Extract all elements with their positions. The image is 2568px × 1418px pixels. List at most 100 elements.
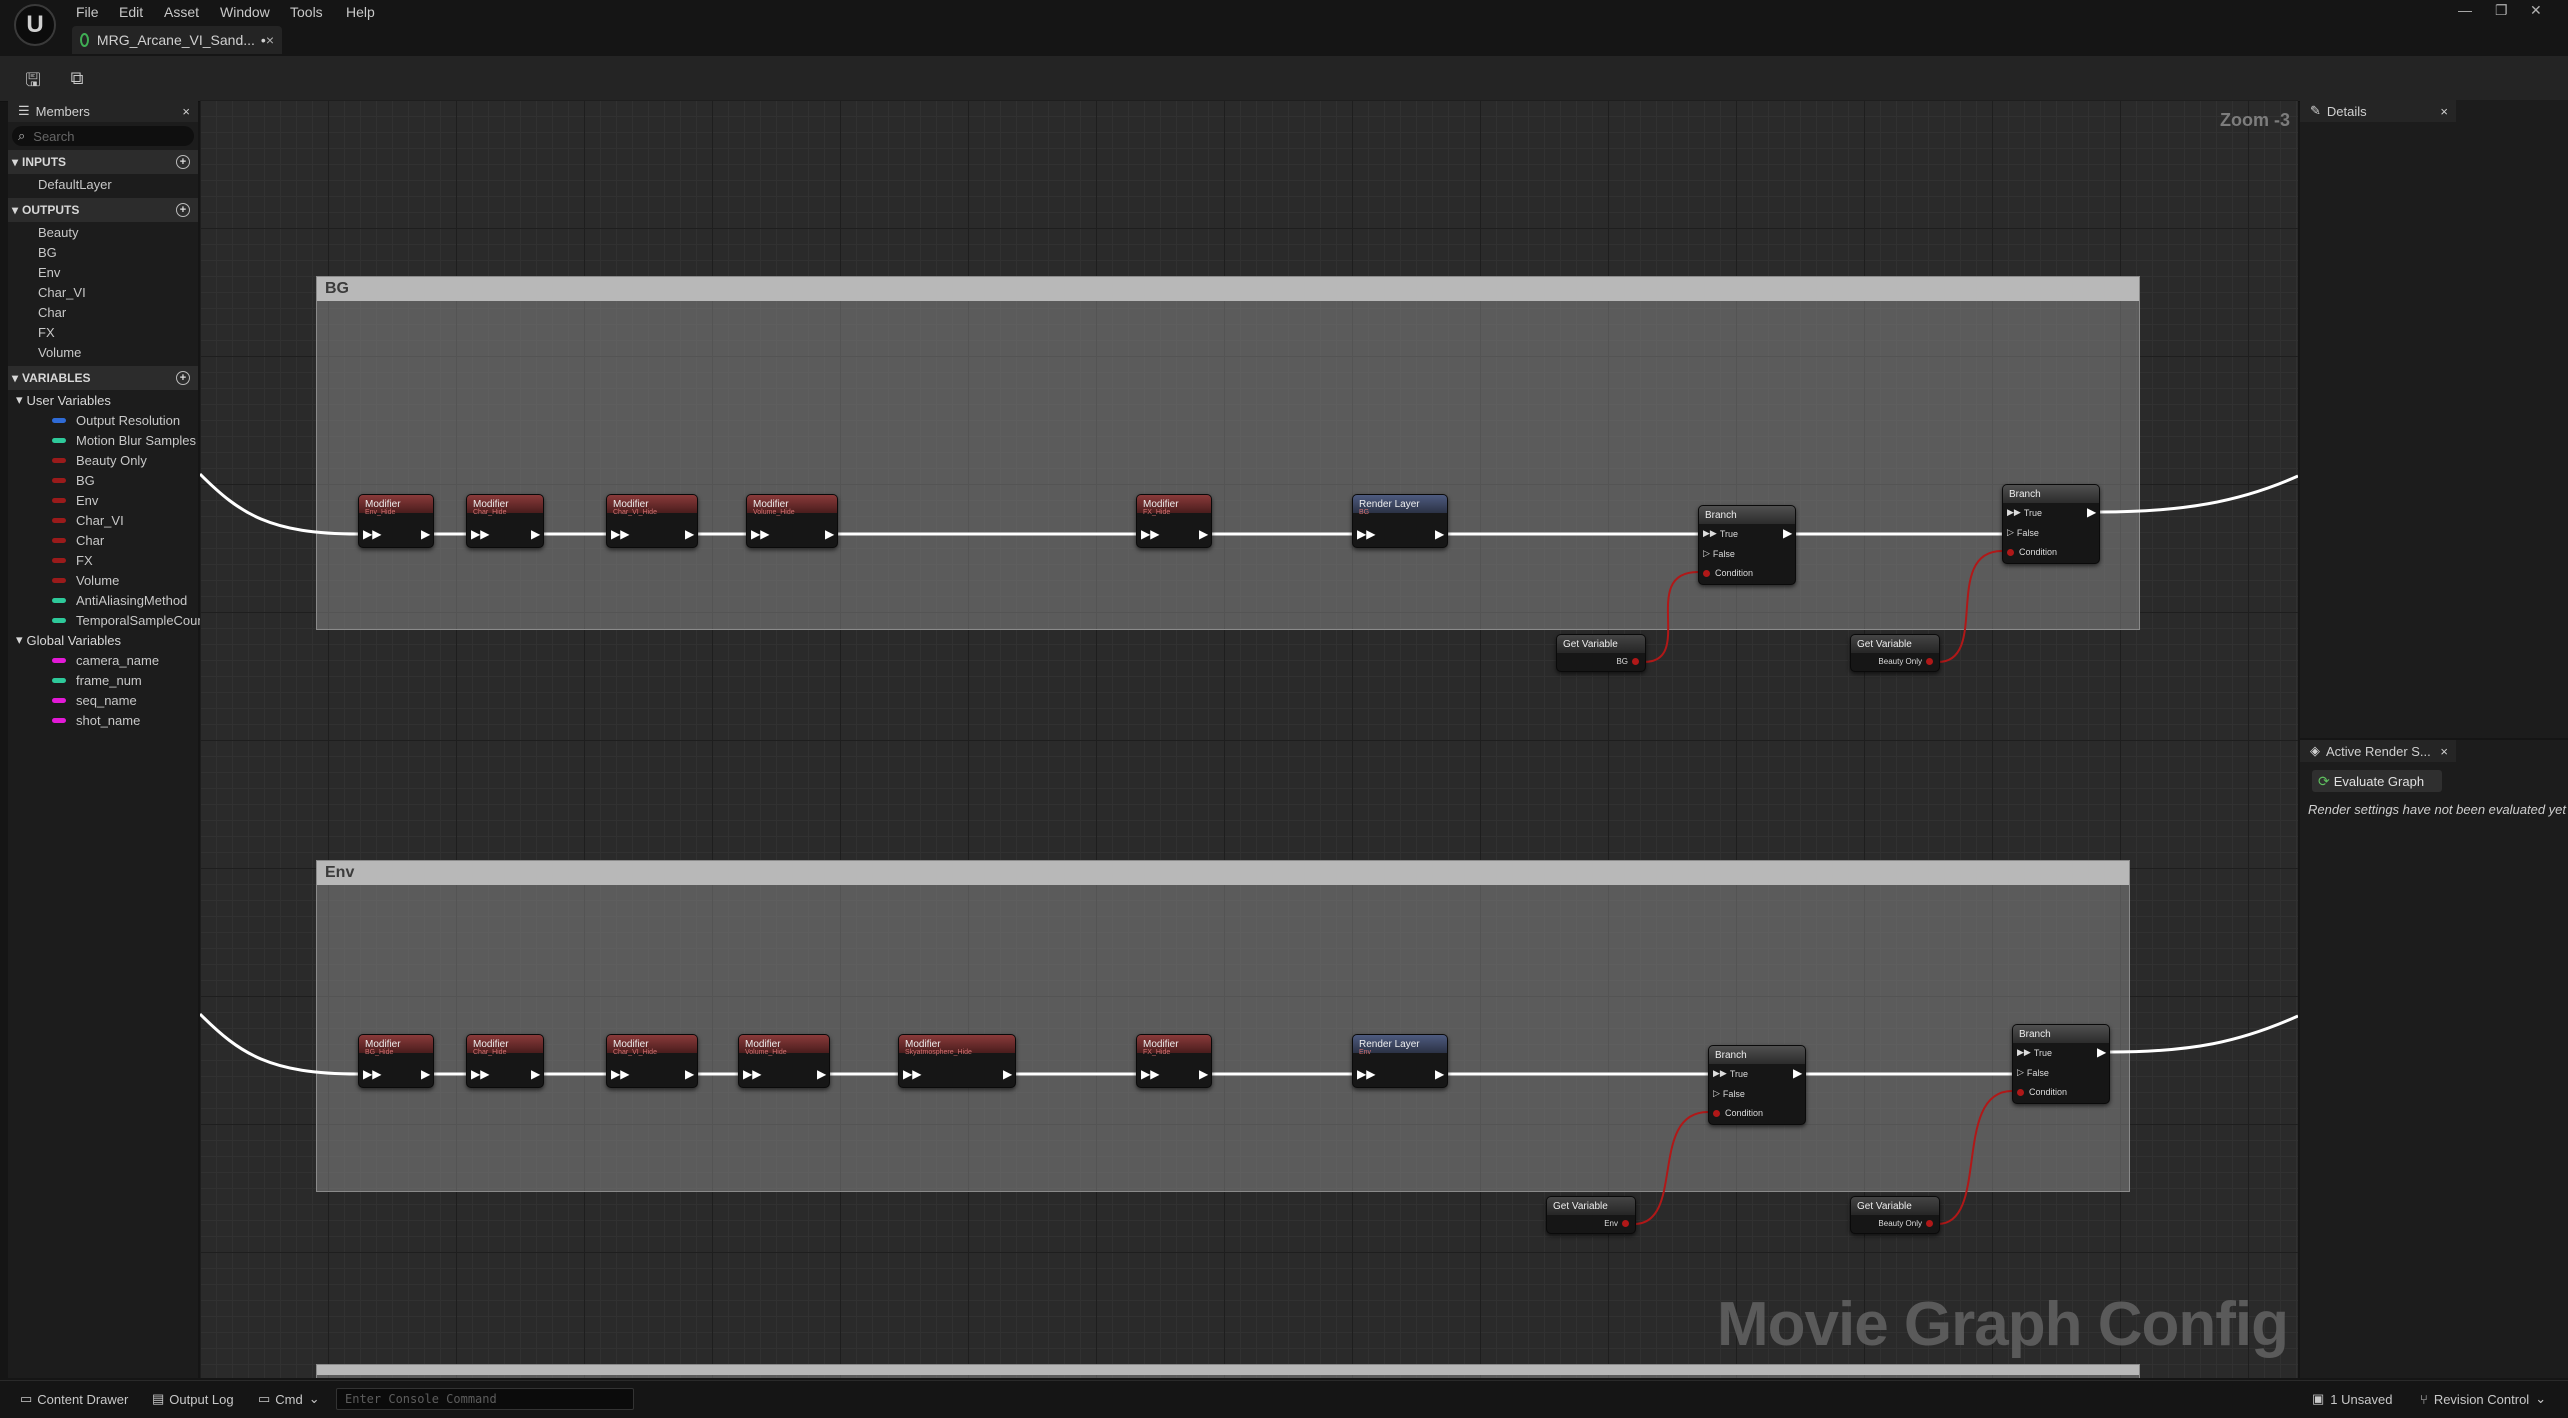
output-item-volume[interactable]: Volume <box>8 342 198 362</box>
render-layer-node[interactable]: Render Layer Env ▶▶ ▶ <box>1352 1034 1448 1088</box>
modifier-node[interactable]: Modifier FX_Hide ▶▶ ▶ <box>1136 1034 1212 1088</box>
condition-pin[interactable]: Condition <box>1713 1108 1763 1118</box>
inputs-section-header[interactable]: ▾ INPUTS + <box>8 150 198 174</box>
exec-output-pin[interactable]: ▶ <box>2087 505 2096 519</box>
exec-output-pin[interactable]: ▶ <box>1199 1067 1208 1081</box>
exec-input-pin[interactable]: ▶▶ <box>1357 1067 1375 1081</box>
variables-section-header[interactable]: ▾ VARIABLES + <box>8 366 198 390</box>
branch-node[interactable]: Branch ▶▶ True ▷ False Condition ▶ <box>1708 1045 1806 1125</box>
exec-input-pin[interactable]: ▶▶ <box>611 527 629 541</box>
user-variable-item[interactable]: Beauty Only <box>8 450 198 470</box>
false-pin[interactable]: ▷ False <box>1713 1088 1745 1099</box>
tab-close-icon[interactable]: × <box>266 32 274 48</box>
modifier-node[interactable]: Modifier Char_Hide ▶▶ ▶ <box>466 494 544 548</box>
unreal-logo-icon[interactable]: U <box>14 4 56 46</box>
global-variable-item[interactable]: frame_num <box>8 670 198 690</box>
global-variables-header[interactable]: ▾ Global Variables <box>8 630 198 650</box>
details-tab[interactable]: ✎ Details × <box>2300 100 2456 122</box>
menu-asset[interactable]: Asset <box>164 4 199 20</box>
exec-output-pin[interactable]: ▶ <box>1199 527 1208 541</box>
get-variable-node[interactable]: Get Variable Beauty Only <box>1850 634 1940 672</box>
save-icon[interactable]: 🖫 <box>22 68 44 90</box>
user-variable-item[interactable]: Char <box>8 530 198 550</box>
cmd-dropdown[interactable]: ▭ Cmd ⌄ <box>258 1391 320 1407</box>
true-pin[interactable]: ▶▶ True <box>1713 1068 1748 1079</box>
console-command-input[interactable]: Enter Console Command <box>336 1388 634 1410</box>
variable-output[interactable]: Beauty Only <box>1878 1219 1933 1228</box>
exec-output-pin[interactable]: ▶ <box>1783 526 1792 540</box>
true-pin[interactable]: ▶▶ True <box>1703 528 1738 539</box>
active-render-tab[interactable]: ◈ Active Render S... × <box>2300 740 2456 762</box>
output-item-char-vi[interactable]: Char_VI <box>8 282 198 302</box>
unsaved-button[interactable]: ▣ 1 Unsaved <box>2312 1391 2392 1407</box>
input-item[interactable]: DefaultLayer <box>8 174 198 194</box>
exec-output-pin[interactable]: ▶ <box>421 1067 430 1081</box>
output-item-beauty[interactable]: Beauty <box>8 222 198 242</box>
exec-output-pin[interactable]: ▶ <box>1793 1066 1802 1080</box>
branch-node[interactable]: Branch ▶▶ True ▷ False Condition ▶ <box>2002 484 2100 564</box>
exec-output-pin[interactable]: ▶ <box>1003 1067 1012 1081</box>
menu-help[interactable]: Help <box>346 4 375 20</box>
user-variables-header[interactable]: ▾ User Variables <box>8 390 198 410</box>
exec-input-pin[interactable]: ▶▶ <box>1141 1067 1159 1081</box>
get-variable-node[interactable]: Get Variable BG <box>1556 634 1646 672</box>
output-item-env[interactable]: Env <box>8 262 198 282</box>
exec-output-pin[interactable]: ▶ <box>2097 1045 2106 1059</box>
false-pin[interactable]: ▷ False <box>2017 1067 2049 1078</box>
exec-output-pin[interactable]: ▶ <box>1435 527 1444 541</box>
add-variable-icon[interactable]: + <box>176 371 190 385</box>
get-variable-node[interactable]: Get Variable Beauty Only <box>1850 1196 1940 1234</box>
true-pin[interactable]: ▶▶ True <box>2017 1047 2052 1058</box>
exec-input-pin[interactable]: ▶▶ <box>1357 527 1375 541</box>
menu-tools[interactable]: Tools <box>290 4 323 20</box>
output-item-fx[interactable]: FX <box>8 322 198 342</box>
false-pin[interactable]: ▷ False <box>2007 527 2039 538</box>
exec-output-pin[interactable]: ▶ <box>1435 1067 1444 1081</box>
global-variable-item[interactable]: shot_name <box>8 710 198 730</box>
condition-pin[interactable]: Condition <box>2007 547 2057 557</box>
modifier-node[interactable]: Modifier Char_Hide ▶▶ ▶ <box>466 1034 544 1088</box>
restore-icon[interactable]: ❐ <box>2495 2 2508 19</box>
exec-output-pin[interactable]: ▶ <box>817 1067 826 1081</box>
exec-input-pin[interactable]: ▶▶ <box>471 527 489 541</box>
add-output-icon[interactable]: + <box>176 203 190 217</box>
exec-output-pin[interactable]: ▶ <box>421 527 430 541</box>
graph-canvas[interactable]: Zoom -3 BG Env Modifier Env_Hide ▶▶ ▶ Modifi… <box>200 100 2298 1378</box>
global-variable-item[interactable]: camera_name <box>8 650 198 670</box>
modifier-node[interactable]: Modifier FX_Hide ▶▶ ▶ <box>1136 494 1212 548</box>
comment-title[interactable]: Env <box>317 861 2129 885</box>
modifier-node[interactable]: Modifier Char_VI_Hide ▶▶ ▶ <box>606 494 698 548</box>
exec-output-pin[interactable]: ▶ <box>825 527 834 541</box>
modifier-node[interactable]: Modifier Char_VI_Hide ▶▶ ▶ <box>606 1034 698 1088</box>
comment-box-env[interactable]: Env <box>316 860 2130 1192</box>
exec-input-pin[interactable]: ▶▶ <box>903 1067 921 1081</box>
user-variable-item[interactable]: Env <box>8 490 198 510</box>
exec-output-pin[interactable]: ▶ <box>685 527 694 541</box>
comment-title[interactable]: BG <box>317 277 2139 301</box>
details-close-icon[interactable]: × <box>2440 104 2448 119</box>
exec-input-pin[interactable]: ▶▶ <box>743 1067 761 1081</box>
comment-box-bg[interactable]: BG <box>316 276 2140 630</box>
add-input-icon[interactable]: + <box>176 155 190 169</box>
content-drawer-button[interactable]: ▭ Content Drawer <box>20 1391 128 1407</box>
user-variable-item[interactable]: Char_VI <box>8 510 198 530</box>
revision-control-button[interactable]: ⑂ Revision Control ⌄ <box>2420 1391 2546 1407</box>
output-log-button[interactable]: ▤ Output Log <box>152 1391 234 1407</box>
condition-pin[interactable]: Condition <box>2017 1087 2067 1097</box>
exec-output-pin[interactable]: ▶ <box>685 1067 694 1081</box>
members-close-icon[interactable]: × <box>182 104 190 119</box>
branch-node[interactable]: Branch ▶▶ True ▷ False Condition ▶ <box>1698 505 1796 585</box>
exec-input-pin[interactable]: ▶▶ <box>363 1067 381 1081</box>
modifier-node[interactable]: Modifier Volume_Hide ▶▶ ▶ <box>746 494 838 548</box>
menu-file[interactable]: File <box>76 4 99 20</box>
modifier-node[interactable]: Modifier Volume_Hide ▶▶ ▶ <box>738 1034 830 1088</box>
active-render-close-icon[interactable]: × <box>2440 744 2448 759</box>
exec-input-pin[interactable]: ▶▶ <box>751 527 769 541</box>
condition-pin[interactable]: Condition <box>1703 568 1753 578</box>
exec-input-pin[interactable]: ▶▶ <box>363 527 381 541</box>
user-variable-item[interactable]: FX <box>8 550 198 570</box>
render-layer-node[interactable]: Render Layer BG ▶▶ ▶ <box>1352 494 1448 548</box>
user-variable-item[interactable]: Motion Blur Samples <box>8 430 198 450</box>
user-variable-item[interactable]: Output Resolution <box>8 410 198 430</box>
modifier-node[interactable]: Modifier Skyatmosphere_Hide ▶▶ ▶ <box>898 1034 1016 1088</box>
